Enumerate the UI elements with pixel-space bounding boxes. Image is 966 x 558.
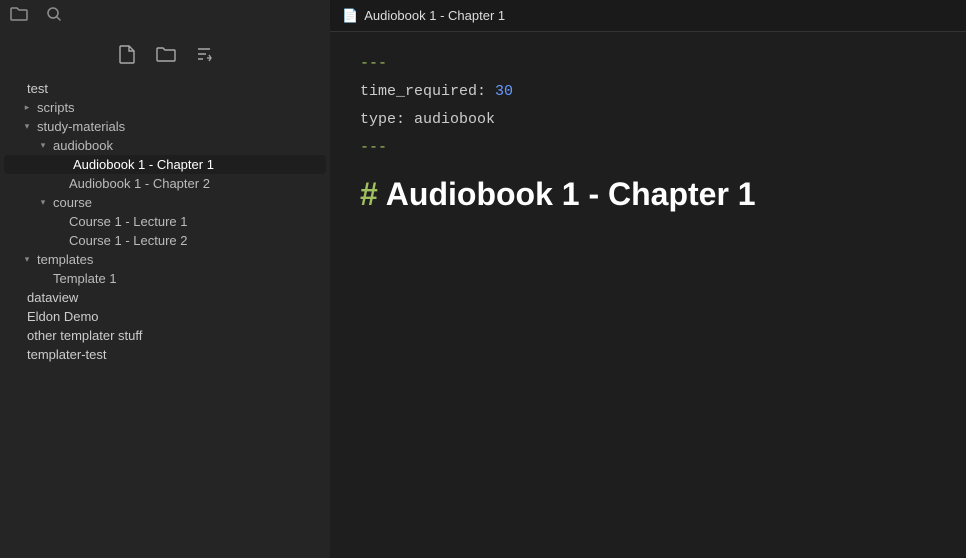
tree-item-templater-test[interactable]: templater-test xyxy=(0,345,330,364)
item-label: test xyxy=(27,81,48,96)
arrow-icon xyxy=(10,329,24,343)
arrow-icon xyxy=(10,291,24,305)
frontmatter-line1: time_required: 30 xyxy=(360,80,936,104)
item-label: Audiobook 1 - Chapter 2 xyxy=(69,176,210,191)
sidebar-toolbar xyxy=(0,38,330,79)
item-label: dataview xyxy=(27,290,78,305)
tree-item-course[interactable]: course xyxy=(0,193,330,212)
new-file-button[interactable] xyxy=(118,44,136,69)
tree-item-other-templater[interactable]: other templater stuff xyxy=(0,326,330,345)
frontmatter-line2: type: audiobook xyxy=(360,108,936,132)
arrow-icon xyxy=(52,177,66,191)
item-label: Eldon Demo xyxy=(27,309,99,324)
sidebar-top-toolbar xyxy=(0,0,330,32)
item-label: Course 1 - Lecture 2 xyxy=(69,233,188,248)
item-label: Template 1 xyxy=(53,271,117,286)
tree-item-study-materials[interactable]: study-materials xyxy=(0,117,330,136)
arrow-icon xyxy=(56,158,70,172)
tree-item-dataview[interactable]: dataview xyxy=(0,288,330,307)
editor-content[interactable]: --- time_required: 30 type: audiobook --… xyxy=(330,32,966,558)
sort-button[interactable] xyxy=(196,45,212,68)
item-label: audiobook xyxy=(53,138,113,153)
tab-bar: 📄 Audiobook 1 - Chapter 1 xyxy=(330,0,966,32)
tree-item-root[interactable]: test xyxy=(0,79,330,98)
tree-item-lec2[interactable]: Course 1 - Lecture 2 xyxy=(0,231,330,250)
tree-item-template1[interactable]: Template 1 xyxy=(0,269,330,288)
item-label: study-materials xyxy=(37,119,125,134)
file-tab-icon: 📄 xyxy=(342,8,358,24)
heading-1: #Audiobook 1 - Chapter 1 xyxy=(360,176,936,213)
frontmatter-close: --- xyxy=(360,136,936,160)
arrow-icon xyxy=(52,234,66,248)
arrow-icon xyxy=(36,272,50,286)
item-label: Audiobook 1 - Chapter 1 xyxy=(73,157,214,172)
tab-title[interactable]: Audiobook 1 - Chapter 1 xyxy=(364,8,505,23)
tree-item-audiobook[interactable]: audiobook xyxy=(0,136,330,155)
arrow-icon xyxy=(52,215,66,229)
tree-item-scripts[interactable]: scripts xyxy=(0,98,330,117)
item-label: course xyxy=(53,195,92,210)
tree-item-ch2[interactable]: Audiobook 1 - Chapter 2 xyxy=(0,174,330,193)
tree-item-ch1[interactable]: Audiobook 1 - Chapter 1 xyxy=(4,155,326,174)
tree-item-templates[interactable]: templates xyxy=(0,250,330,269)
arrow-icon xyxy=(10,82,24,96)
main-layout: test scripts study-materials audiobook Audio… xyxy=(0,32,966,558)
arrow-icon xyxy=(20,253,34,267)
item-label: templates xyxy=(37,252,93,267)
arrow-icon xyxy=(36,139,50,153)
search-icon[interactable] xyxy=(46,6,62,27)
arrow-icon xyxy=(10,310,24,324)
item-label: scripts xyxy=(37,100,75,115)
item-label: other templater stuff xyxy=(27,328,142,343)
file-tree: test scripts study-materials audiobook Audio… xyxy=(0,79,330,364)
folder-icon[interactable] xyxy=(10,6,28,27)
arrow-icon xyxy=(20,101,34,115)
file-explorer-sidebar: test scripts study-materials audiobook Audio… xyxy=(0,32,330,558)
arrow-icon xyxy=(10,348,24,362)
frontmatter-open: --- xyxy=(360,52,936,76)
tree-item-eldon-demo[interactable]: Eldon Demo xyxy=(0,307,330,326)
arrow-icon xyxy=(36,196,50,210)
item-label: templater-test xyxy=(27,347,106,362)
arrow-icon xyxy=(20,120,34,134)
item-label: Course 1 - Lecture 1 xyxy=(69,214,188,229)
new-folder-button[interactable] xyxy=(156,46,176,68)
tree-item-lec1[interactable]: Course 1 - Lecture 1 xyxy=(0,212,330,231)
